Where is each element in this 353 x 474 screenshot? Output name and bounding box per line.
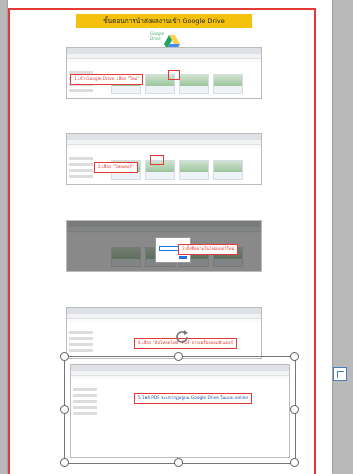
step3-callout: 3.ตั้งชื่อตามในโฟลเดอร์ใหม่ bbox=[178, 244, 239, 255]
step4-screenshot bbox=[66, 307, 262, 359]
layout-options-icon[interactable] bbox=[333, 367, 347, 381]
resize-handle-tl[interactable] bbox=[60, 352, 69, 361]
resize-handle-tr[interactable] bbox=[290, 352, 299, 361]
step1-screenshot bbox=[66, 47, 262, 99]
title-bar: ขั้นตอนการนำส่งผลงานเข้า Google Drive bbox=[76, 14, 252, 28]
resize-handle-ml[interactable] bbox=[60, 405, 69, 414]
image-selection-box[interactable] bbox=[64, 356, 296, 464]
logo-line2: Drive bbox=[150, 35, 161, 41]
step1-callout: 1.เข้า Google Drive, เลือก "ใหม่" bbox=[70, 74, 144, 85]
resize-handle-tc[interactable] bbox=[174, 352, 183, 361]
logo-text: Google Drive bbox=[150, 31, 164, 41]
page-title: ขั้นตอนการนำส่งผลงานเข้า Google Drive bbox=[103, 17, 225, 25]
resize-handle-bl[interactable] bbox=[60, 458, 69, 467]
resize-handle-br[interactable] bbox=[290, 458, 299, 467]
resize-handle-mr[interactable] bbox=[290, 405, 299, 414]
step2-callout: 2.เลือก "โฟลเดอร์" bbox=[94, 162, 138, 173]
step1-highlight bbox=[168, 70, 180, 80]
resize-handle-bc[interactable] bbox=[174, 458, 183, 467]
step2-screenshot bbox=[66, 133, 262, 185]
rotate-icon[interactable] bbox=[174, 329, 190, 345]
step2-highlight bbox=[150, 155, 164, 165]
